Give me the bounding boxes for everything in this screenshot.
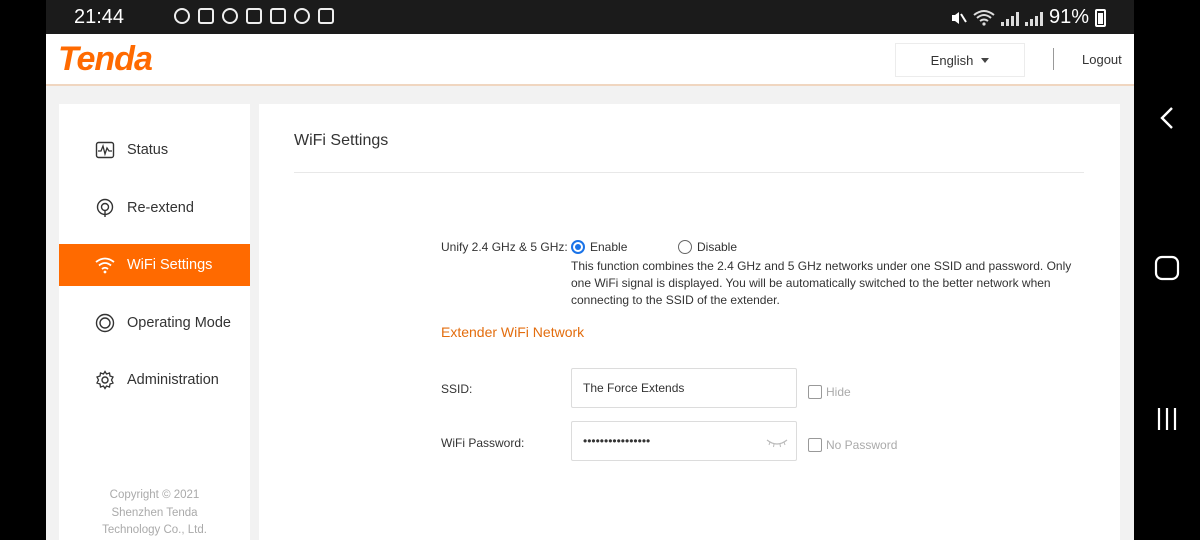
sidebar-item-re-extend[interactable]: Re-extend	[59, 187, 250, 229]
sidebar-item-label: Re-extend	[127, 200, 194, 216]
header: Tenda English Logout	[46, 34, 1134, 86]
signal-icon	[1024, 10, 1043, 26]
phone-screen: 21:44 91% Tenda English Logout Status Re…	[0, 0, 1200, 540]
status-time: 21:44	[74, 6, 125, 28]
qr-icon	[270, 8, 286, 24]
calendar-icon	[318, 8, 334, 24]
page-title: WiFi Settings	[294, 132, 389, 149]
hide-checkbox[interactable]: Hide	[808, 385, 851, 399]
battery-icon	[1095, 8, 1106, 27]
language-select[interactable]: English	[895, 43, 1025, 77]
recents-icon	[1157, 408, 1177, 430]
image-icon	[246, 8, 262, 24]
sidebar-item-label: Administration	[127, 372, 219, 388]
status-right: 91%	[949, 6, 1106, 29]
wifi-status-icon	[973, 9, 995, 26]
logout-link[interactable]: Logout	[1082, 52, 1122, 67]
sidebar-item-label: WiFi Settings	[127, 257, 213, 273]
battery-percent: 91%	[1048, 6, 1089, 28]
back-icon	[1160, 107, 1173, 129]
sidebar-item-operating-mode[interactable]: Operating Mode	[59, 302, 250, 344]
ssid-label: SSID:	[441, 382, 473, 396]
home-button[interactable]	[1134, 255, 1200, 281]
no-password-checkbox[interactable]: No Password	[808, 438, 897, 452]
re-extend-icon	[95, 198, 115, 218]
radio-unchecked-icon	[678, 240, 692, 254]
gear-icon	[95, 370, 115, 390]
section-title: Extender WiFi Network	[441, 324, 585, 340]
language-label: English	[930, 52, 974, 68]
eye-closed-icon[interactable]	[766, 436, 788, 448]
status-bar: 21:44 91%	[46, 0, 1134, 34]
sidebar-item-label: Operating Mode	[127, 315, 231, 331]
notification-icon	[174, 8, 190, 24]
password-label: WiFi Password:	[441, 436, 525, 450]
pulse-icon	[95, 140, 115, 160]
notification-icon	[198, 8, 214, 24]
sidebar-item-administration[interactable]: Administration	[59, 359, 250, 401]
password-input[interactable]: ••••••••••••••••	[571, 421, 797, 461]
unify-disable-radio[interactable]: Disable	[678, 240, 737, 254]
home-icon	[1154, 255, 1180, 281]
ssid-input[interactable]: The Force Extends	[571, 368, 797, 408]
header-divider	[1053, 48, 1054, 70]
sidebar: Status Re-extend WiFi Settings Operating…	[59, 104, 250, 540]
chevron-down-icon	[981, 57, 990, 63]
checkbox-icon	[808, 385, 822, 399]
tenda-logo: Tenda	[58, 40, 153, 78]
copyright: Copyright © 2021 Shenzhen Tenda Technolo…	[102, 489, 207, 536]
operating-mode-icon	[95, 313, 115, 333]
sidebar-item-label: Status	[127, 142, 169, 158]
unify-enable-radio[interactable]: Enable	[571, 240, 627, 254]
radio-checked-icon	[571, 240, 585, 254]
notification-icon	[222, 8, 238, 24]
content-panel: WiFi Settings Unify 2.4 GHz & 5 GHz: Ena…	[259, 104, 1120, 540]
unify-description: This function combines the 2.4 GHz and 5…	[571, 259, 1072, 307]
signal-icon	[1000, 10, 1019, 26]
router-admin-page: Tenda English Logout Status Re-extend Wi…	[46, 34, 1134, 540]
notification-icons	[174, 8, 334, 24]
recents-button[interactable]	[1134, 406, 1200, 432]
title-divider	[294, 172, 1084, 173]
sidebar-item-wifi-settings[interactable]: WiFi Settings	[59, 244, 250, 286]
checkbox-icon	[808, 438, 822, 452]
android-nav-bar	[1134, 0, 1200, 540]
wifi-icon	[95, 255, 115, 275]
sidebar-item-status[interactable]: Status	[59, 129, 250, 171]
notification-icon	[294, 8, 310, 24]
mute-icon	[951, 11, 967, 24]
back-button[interactable]	[1134, 105, 1200, 131]
unify-label: Unify 2.4 GHz & 5 GHz:	[441, 240, 568, 254]
